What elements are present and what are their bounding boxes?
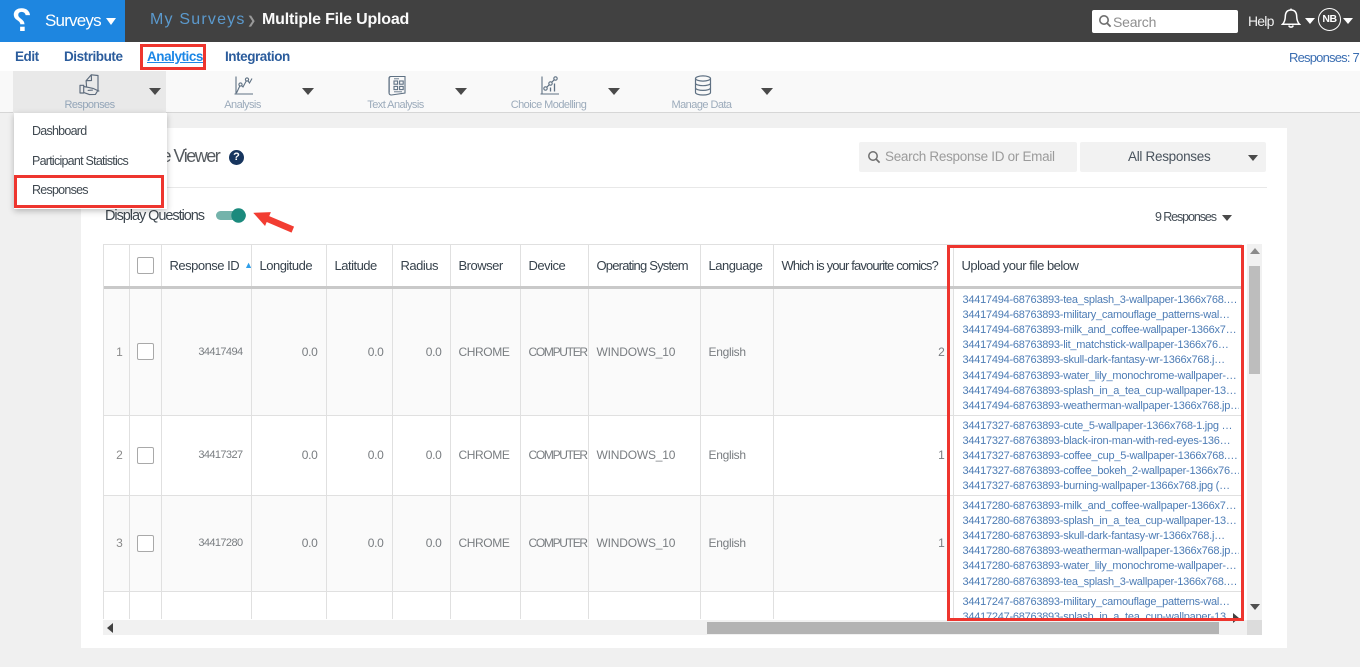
svg-text:?: ? [12, 4, 32, 38]
